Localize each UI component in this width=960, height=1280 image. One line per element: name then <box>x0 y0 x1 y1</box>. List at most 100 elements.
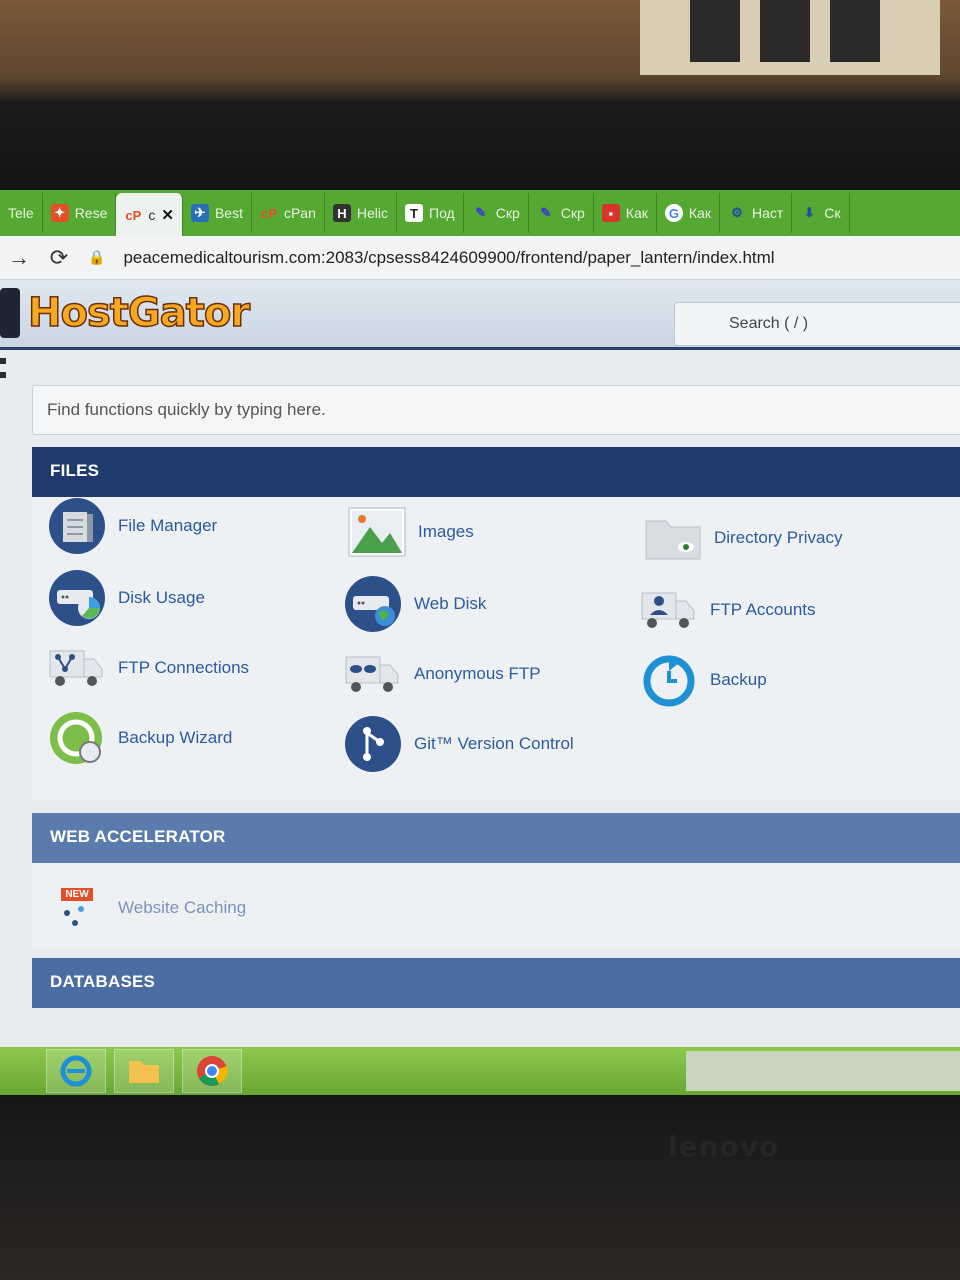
tab-best[interactable]: ✈ Best <box>183 193 252 233</box>
tab-label: Скр <box>560 205 585 221</box>
web-disk-link[interactable]: Web Disk <box>344 575 486 633</box>
tab-kak-2[interactable]: G Как <box>657 193 720 233</box>
tab-kak-1[interactable]: ▪ Как <box>594 193 657 233</box>
web-disk-icon <box>344 575 402 633</box>
red-square-icon: ▪ <box>601 204 620 222</box>
tab-cpanel-active[interactable]: cP c ✕ <box>116 193 183 237</box>
tab-sk[interactable]: ⬇ Ск <box>792 193 850 233</box>
tab-reseller[interactable]: ✦ Rese <box>43 193 117 233</box>
feather-icon: ✎ <box>540 205 552 220</box>
left-rail <box>0 350 8 470</box>
website-caching-icon: NEW <box>48 879 106 937</box>
google-icon: G <box>664 204 683 222</box>
backup-wizard-icon <box>48 709 106 767</box>
tab-label: Rese <box>74 205 108 221</box>
internet-explorer-icon[interactable] <box>46 1049 106 1093</box>
item-label: Images <box>418 522 474 541</box>
backup-link[interactable]: Backup <box>640 651 767 709</box>
item-label: Disk Usage <box>118 588 205 607</box>
t-icon: T <box>405 204 424 222</box>
file-manager-icon <box>48 497 106 555</box>
photo-scene: Tele ✦ Rese cP c ✕ ✈ Best cP cPan H Heli… <box>0 0 960 1280</box>
reseller-icon: ✦ <box>50 204 69 222</box>
section-body-web-accelerator: NEW Website Caching <box>32 863 960 948</box>
close-icon[interactable]: ✕ <box>161 206 174 224</box>
header-search-input[interactable]: Search ( / ) <box>674 302 960 346</box>
backup-wizard-link[interactable]: Backup Wizard <box>48 709 232 767</box>
tab-label: Как <box>625 205 648 221</box>
tab-skr-1[interactable]: ✎ Скр <box>464 193 529 233</box>
tab-label: Наст <box>751 205 784 221</box>
anonymous-ftp-icon <box>344 645 402 703</box>
ftp-accounts-link[interactable]: FTP Accounts <box>640 581 816 639</box>
forward-icon[interactable]: → <box>8 245 30 271</box>
tab-helicon[interactable]: H Helic <box>325 193 398 233</box>
reload-icon[interactable]: ⟳ <box>48 245 70 271</box>
menu-icon[interactable] <box>0 372 6 378</box>
tab-cpanel[interactable]: cP cPan <box>252 193 325 233</box>
git-icon <box>344 715 402 773</box>
anonymous-ftp-link[interactable]: Anonymous FTP <box>344 645 541 703</box>
system-tray <box>686 1051 960 1091</box>
new-badge: NEW <box>61 887 93 901</box>
backup-icon <box>640 651 698 709</box>
tab-label: cPan <box>283 205 316 221</box>
section-header-web-accelerator[interactable]: WEB ACCELERATOR <box>32 813 960 863</box>
item-label: FTP Accounts <box>710 600 816 619</box>
disk-usage-link[interactable]: Disk Usage <box>48 569 205 627</box>
gator-mascot-icon <box>0 288 20 338</box>
hostgator-logo[interactable]: HostGator <box>27 289 251 337</box>
git-version-control-link[interactable]: Git™ Version Control <box>344 715 574 773</box>
tab-label: Как <box>688 205 711 221</box>
website-caching-link[interactable]: NEW Website Caching <box>48 879 246 937</box>
windows-taskbar <box>0 1047 960 1095</box>
item-label: Website Caching <box>118 898 247 917</box>
tab-telegram[interactable]: Tele <box>0 193 43 233</box>
menu-icon[interactable] <box>0 358 6 364</box>
item-label: Git™ Version Control <box>414 734 574 753</box>
directory-privacy-link[interactable]: Directory Privacy <box>644 509 842 567</box>
section-header-databases[interactable]: DATABASES <box>32 958 960 1008</box>
ftp-accounts-icon <box>640 581 698 639</box>
background-window <box>640 0 940 75</box>
cpanel-icon: cP <box>125 207 142 223</box>
find-functions-input[interactable]: Find functions quickly by typing here. <box>32 385 960 435</box>
images-link[interactable]: Images <box>348 503 474 561</box>
feather-icon: ✎ <box>475 205 487 220</box>
images-icon <box>348 503 406 561</box>
ftp-connections-link[interactable]: FTP Connections <box>48 639 249 697</box>
item-label: Backup Wizard <box>118 728 233 747</box>
cpanel-icon: cP <box>261 205 277 221</box>
tab-pod[interactable]: T Под <box>397 193 464 233</box>
tab-label: Best <box>214 205 243 221</box>
disk-usage-icon <box>48 569 106 627</box>
tab-label: Helic <box>356 205 389 221</box>
tab-label: c <box>148 207 156 223</box>
tab-skr-2[interactable]: ✎ Скр <box>529 193 594 233</box>
url-field[interactable]: peacemedicaltourism.com:2083/cpsess84246… <box>123 248 774 268</box>
ftp-connections-icon <box>48 639 106 697</box>
item-label: FTP Connections <box>118 658 250 677</box>
browser-tab-strip: Tele ✦ Rese cP c ✕ ✈ Best cP cPan H Heli… <box>0 190 960 237</box>
section-body-files: File Manager Images Directory Privacy Di… <box>32 497 960 800</box>
laptop-screen: Tele ✦ Rese cP c ✕ ✈ Best cP cPan H Heli… <box>0 190 960 1095</box>
chrome-icon[interactable] <box>182 1049 242 1093</box>
item-label: Anonymous FTP <box>414 664 541 683</box>
laptop-brand-logo: lenovo <box>668 1130 780 1163</box>
tab-label: Под <box>429 205 455 221</box>
address-bar: → ⟳ 🔒 peacemedicaltourism.com:2083/cpses… <box>0 236 960 280</box>
file-manager-link[interactable]: File Manager <box>48 497 217 555</box>
tab-nast[interactable]: ⚙ Наст <box>720 193 793 233</box>
tab-label: Скр <box>495 205 520 221</box>
download-icon: ⬇ <box>803 205 815 220</box>
gear-icon: ⚙ <box>731 205 743 220</box>
lock-icon[interactable]: 🔒 <box>88 249 105 266</box>
tab-label: Ск <box>824 205 841 221</box>
section-header-files[interactable]: FILES <box>32 447 960 497</box>
tab-label: Tele <box>8 205 34 221</box>
file-explorer-icon[interactable] <box>114 1049 174 1093</box>
helicon-icon: H <box>332 204 351 222</box>
item-label: Web Disk <box>414 594 487 613</box>
directory-privacy-icon <box>644 509 702 567</box>
item-label: File Manager <box>118 516 218 535</box>
